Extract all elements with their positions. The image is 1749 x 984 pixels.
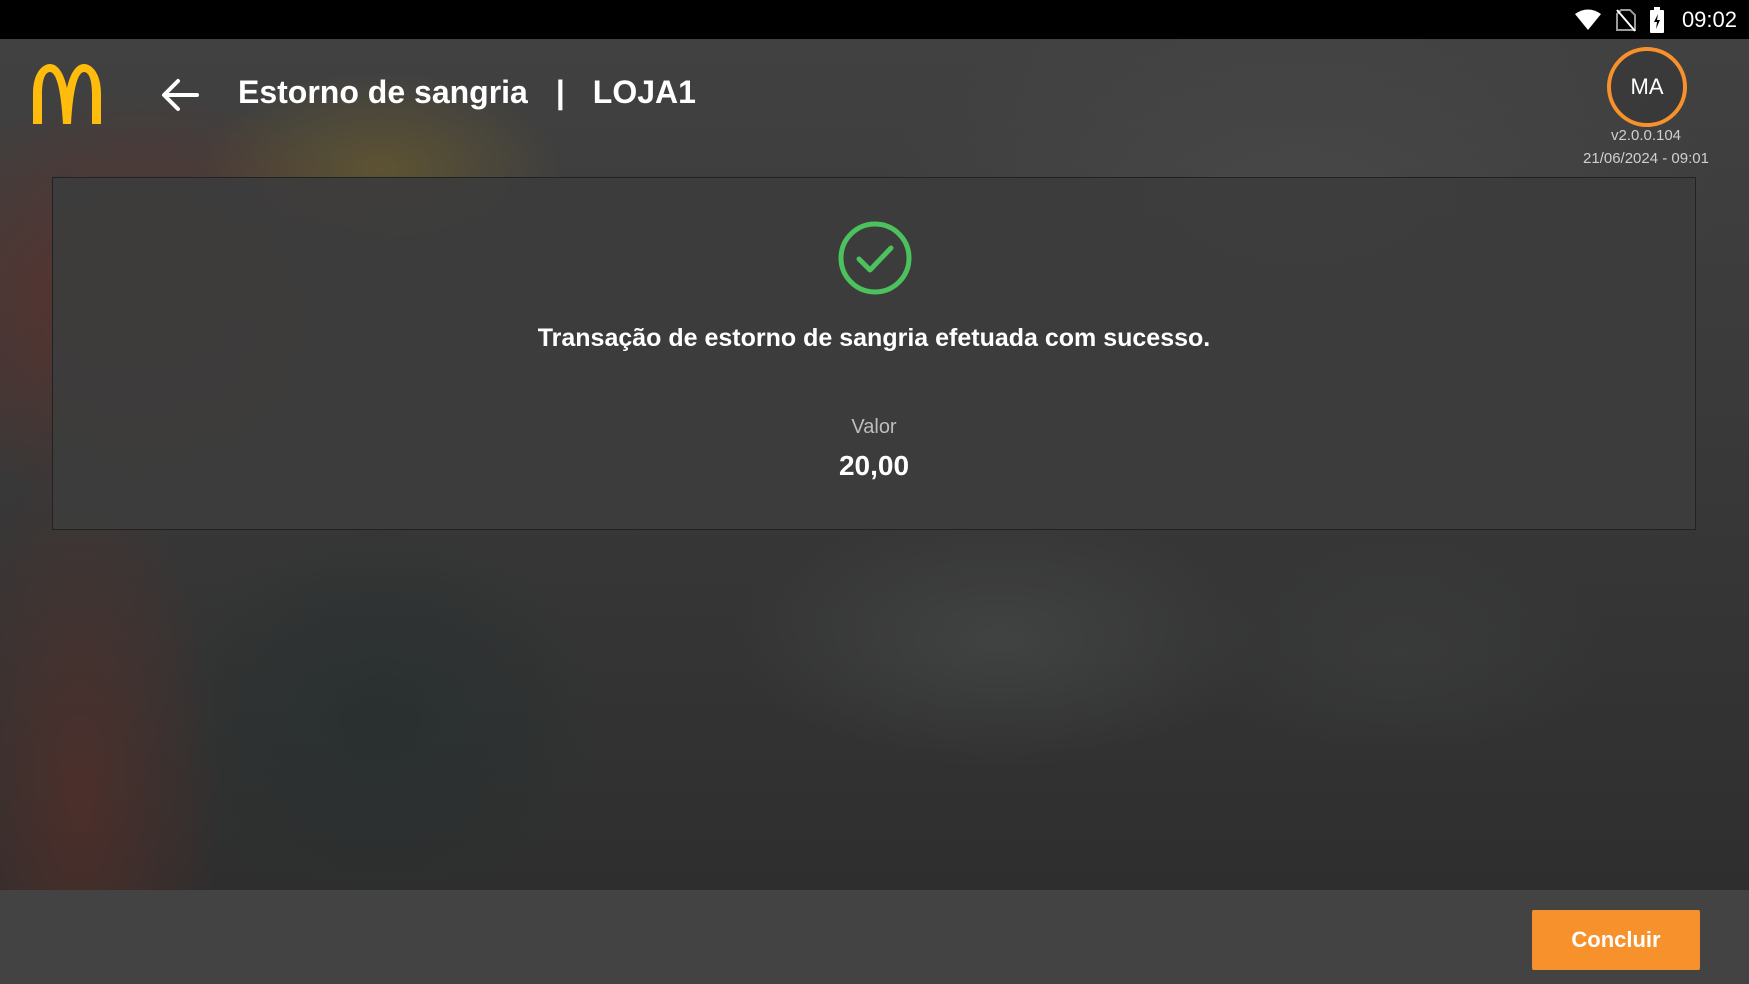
wifi-icon (1574, 9, 1602, 31)
page-title-text: Estorno de sangria (238, 74, 528, 110)
back-button[interactable] (158, 73, 202, 117)
success-message: Transação de estorno de sangria efetuada… (537, 324, 1211, 352)
done-button[interactable]: Concluir (1532, 910, 1700, 970)
arrow-left-icon (161, 78, 199, 112)
footer-bar (0, 890, 1749, 984)
status-bar: 09:02 (0, 0, 1749, 39)
title-separator: | (555, 74, 565, 110)
avatar-initials: MA (1630, 74, 1664, 99)
value-amount: 20,00 (838, 450, 910, 481)
mcdonalds-logo (33, 64, 101, 124)
battery-charging-icon (1649, 6, 1664, 33)
status-time: 09:02 (1681, 6, 1737, 32)
no-sim-icon (1615, 8, 1636, 32)
store-name: LOJA1 (592, 74, 696, 110)
app-version: v2.0.0.104 (1610, 127, 1682, 144)
avatar[interactable]: MA (1607, 47, 1687, 127)
result-card: Transação de estorno de sangria efetuada… (52, 177, 1696, 530)
value-label: Valor (851, 416, 897, 438)
page-title: Estorno de sangria | LOJA1 (238, 74, 696, 111)
check-circle-icon (837, 220, 913, 296)
session-datetime: 21/06/2024 - 09:01 (1583, 150, 1709, 167)
